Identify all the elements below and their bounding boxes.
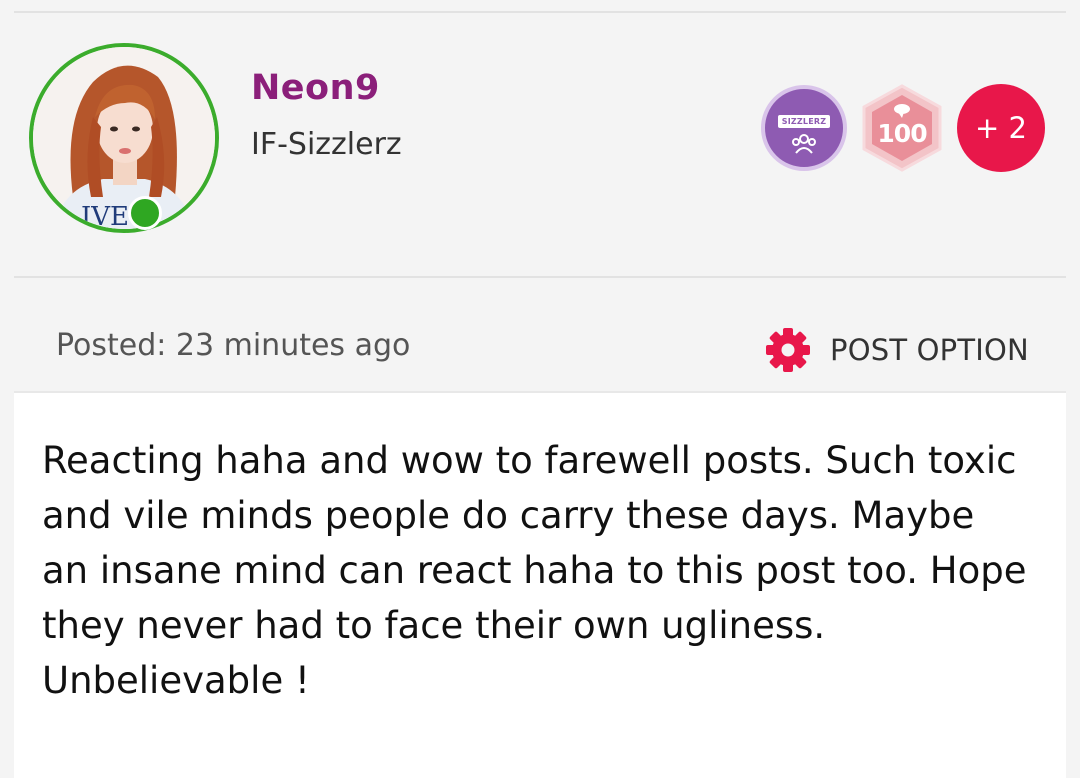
level-badge[interactable]: 100 (860, 83, 944, 173)
post-body: Reacting haha and wow to farewell posts.… (14, 391, 1066, 778)
posted-timestamp: Posted: 23 minutes ago (56, 328, 411, 363)
gear-icon (766, 328, 810, 372)
group-badge-label: SIZZLERZ (778, 115, 830, 128)
username[interactable]: Neon9 (251, 68, 380, 108)
top-divider (14, 11, 1066, 13)
avatar[interactable]: IVE (29, 43, 219, 233)
post-text: Reacting haha and wow to farewell posts.… (42, 439, 1027, 702)
post-option-label: POST OPTION (830, 333, 1029, 367)
more-badges-button[interactable]: + 2 (957, 84, 1045, 172)
post-card: IVE Neon9 IF-Sizzlerz SIZZLERZ 100 + 2 P… (0, 0, 1080, 778)
avatar-image: IVE (29, 43, 219, 233)
online-status-indicator (128, 196, 162, 230)
group-badge-icon: SIZZLERZ (761, 85, 847, 171)
post-option-button[interactable]: POST OPTION (764, 326, 1029, 374)
header-divider (14, 276, 1066, 278)
avatar-shirt-text: IVE (81, 202, 129, 229)
user-group-name: IF-Sizzlerz (251, 127, 402, 162)
group-badge[interactable]: SIZZLERZ (761, 85, 847, 171)
people-icon (792, 134, 816, 154)
level-badge-value: 100 (877, 119, 927, 148)
